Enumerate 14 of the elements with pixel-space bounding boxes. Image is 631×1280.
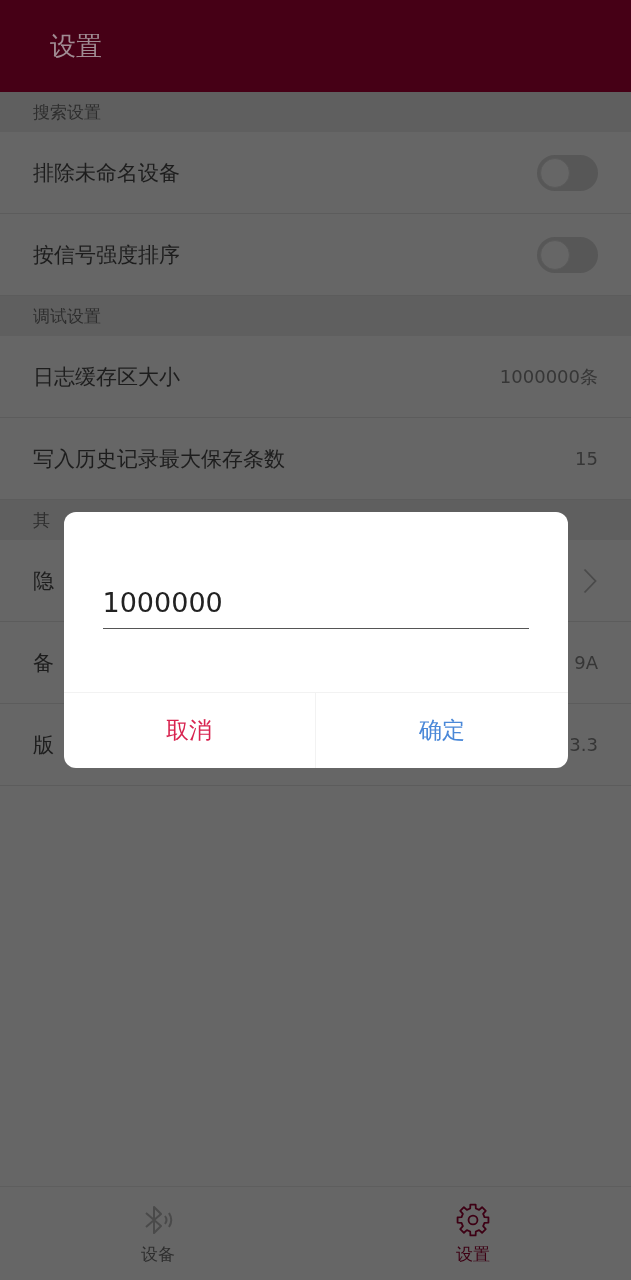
setting-label: 备 [33,649,54,677]
setting-label: 按信号强度排序 [33,241,180,269]
chevron-right-icon [583,567,597,594]
confirm-button[interactable]: 确定 [315,693,568,768]
setting-label: 排除未命名设备 [33,159,180,187]
setting-label: 日志缓存区大小 [33,363,180,391]
input-field[interactable]: 1000000 [102,578,529,629]
nav-tab[interactable]: 设置 [454,1187,493,1265]
setting-label: 隐 [33,567,54,595]
app-bar-title: 设置 [50,29,102,63]
setting-label: 写入历史记录最大保存条数 [33,445,285,473]
setting-label: 版 [33,731,54,759]
nav-tab[interactable]: 设备 [140,1187,175,1265]
cancel-button[interactable]: 取消 [63,693,315,768]
